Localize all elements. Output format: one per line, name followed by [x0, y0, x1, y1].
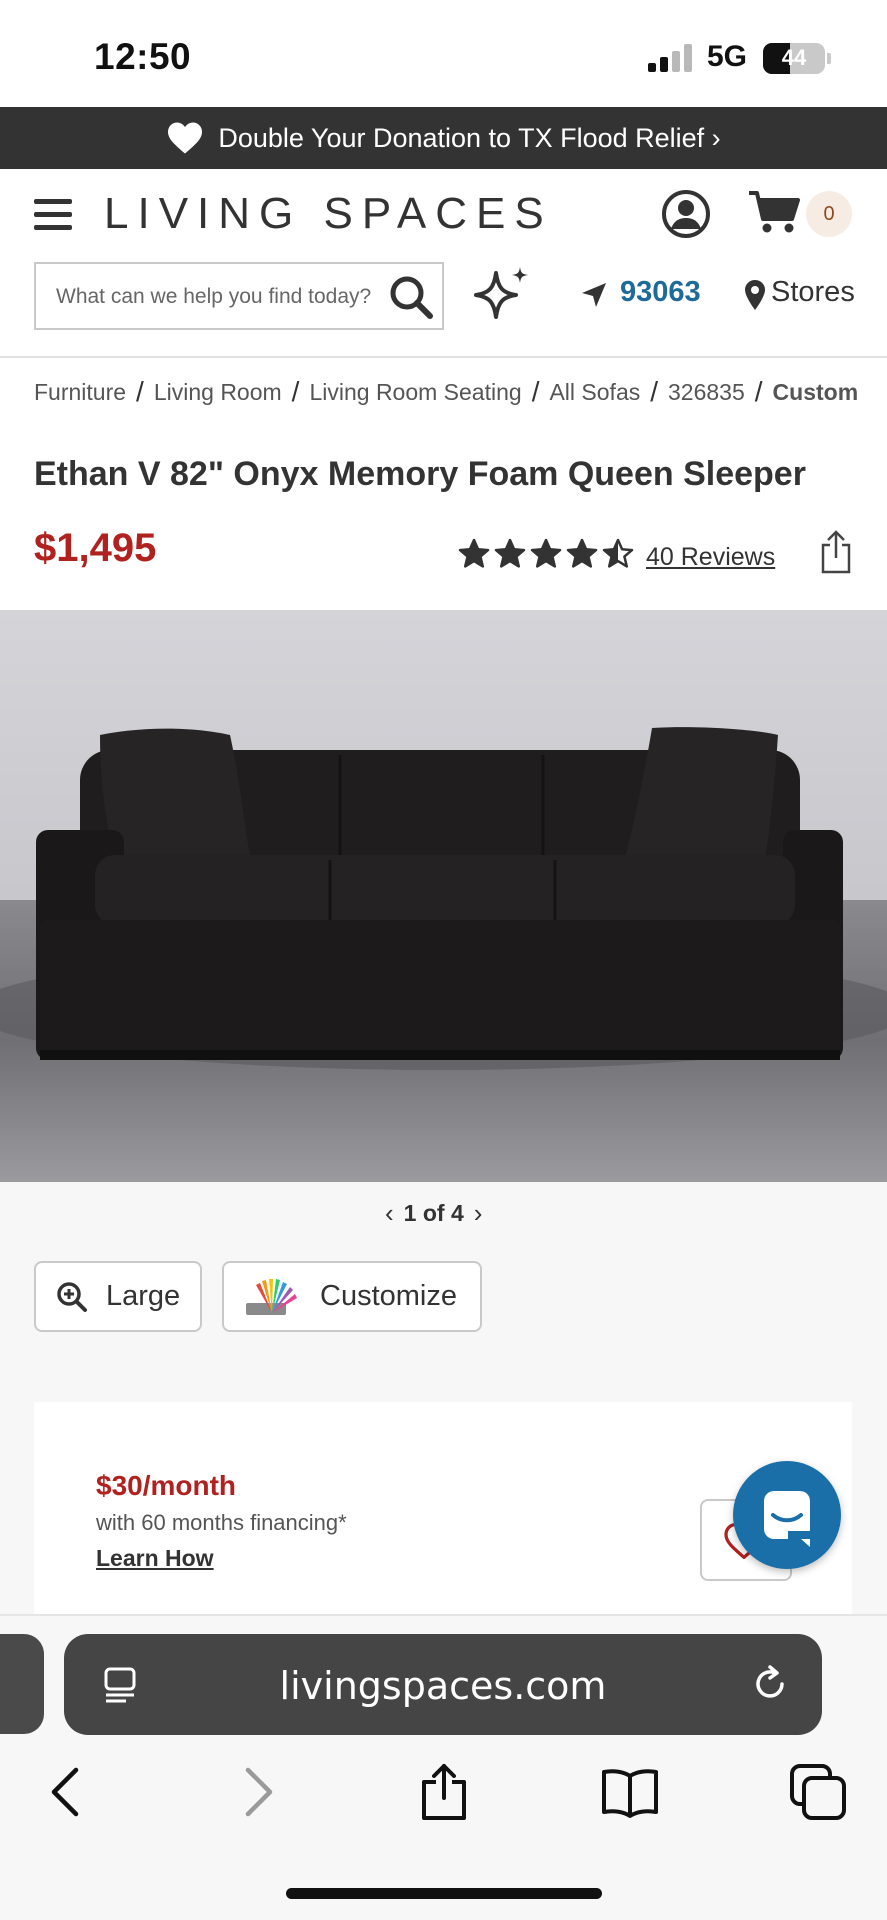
- zoom-in-icon: [57, 1281, 87, 1312]
- site-header: LIVING SPACES 0: [0, 169, 887, 257]
- breadcrumb-separator: /: [136, 376, 144, 407]
- ai-sparkle-icon[interactable]: [472, 263, 534, 325]
- image-pager: ‹ 1 of 4 ›: [385, 1197, 482, 1229]
- breadcrumb-current: Custom: [772, 378, 859, 405]
- url-text: livingspaces.com: [279, 1664, 607, 1708]
- next-image-button[interactable]: ›: [474, 1198, 483, 1229]
- heart-icon: [168, 122, 203, 154]
- cart-count-badge[interactable]: 0: [806, 191, 852, 237]
- star-rating[interactable]: [458, 538, 634, 574]
- tabs-icon[interactable]: [788, 1762, 848, 1822]
- search-box: [34, 262, 444, 330]
- reload-icon[interactable]: [750, 1664, 790, 1704]
- star-full-icon: [458, 538, 490, 568]
- home-indicator: [286, 1888, 602, 1899]
- promo-text: Double Your Donation to TX Flood Relief …: [218, 122, 721, 153]
- breadcrumb-separator: /: [531, 376, 540, 407]
- share-icon[interactable]: [818, 529, 854, 575]
- breadcrumb-item[interactable]: Living Room: [154, 379, 282, 406]
- product-title: Ethan V 82" Onyx Memory Foam Queen Sleep…: [34, 455, 806, 493]
- promo-banner[interactable]: Double Your Donation to TX Flood Relief …: [0, 107, 887, 169]
- breadcrumb-separator: /: [291, 376, 300, 407]
- battery-icon: 44: [763, 43, 825, 74]
- battery-nub: [827, 53, 831, 64]
- breadcrumb-separator: /: [650, 376, 659, 407]
- previous-tab-peek[interactable]: [0, 1634, 44, 1734]
- breadcrumb-separator: /: [754, 376, 763, 407]
- star-full-icon: [530, 538, 562, 568]
- account-icon[interactable]: [661, 189, 711, 239]
- reviews-link[interactable]: 40 Reviews: [646, 543, 775, 572]
- monthly-price: $30/month: [96, 1470, 237, 1501]
- forward-arrow-icon[interactable]: [228, 1762, 288, 1822]
- address-bar[interactable]: livingspaces.com: [64, 1634, 822, 1735]
- zip-code-link[interactable]: 93063: [620, 276, 701, 309]
- signal-icon: [648, 44, 694, 72]
- map-pin-icon[interactable]: [744, 279, 766, 311]
- bookmarks-icon[interactable]: [600, 1762, 660, 1822]
- learn-how-link[interactable]: Learn How: [96, 1545, 214, 1572]
- site-logo[interactable]: LIVING SPACES: [104, 189, 553, 239]
- customize-button[interactable]: Customize: [222, 1261, 482, 1332]
- breadcrumb-item[interactable]: All Sofas: [549, 379, 640, 406]
- large-button-label: Large: [106, 1280, 181, 1312]
- breadcrumb-item[interactable]: Living Room Seating: [309, 379, 521, 406]
- header-divider: [0, 356, 887, 358]
- status-bar: 12:50 5G 44: [0, 0, 887, 107]
- stores-link[interactable]: Stores: [771, 276, 855, 309]
- large-view-button[interactable]: Large: [34, 1261, 202, 1332]
- financing-card: $30/month with 60 months financing* Lear…: [34, 1402, 852, 1622]
- prev-image-button[interactable]: ‹: [385, 1198, 394, 1229]
- cart-icon[interactable]: [748, 189, 800, 235]
- pager-label: 1 of 4: [403, 1199, 464, 1226]
- search-input[interactable]: [56, 278, 386, 316]
- chat-button[interactable]: [733, 1461, 841, 1569]
- sofa-photo: [0, 610, 887, 1182]
- fabric-swatch-icon: [246, 1278, 297, 1315]
- battery-level: 44: [781, 45, 807, 70]
- financing-terms: with 60 months financing*: [96, 1510, 347, 1535]
- search-row: 93063 Stores: [0, 257, 887, 357]
- star-full-icon: [566, 538, 598, 568]
- chat-icon: [764, 1491, 810, 1547]
- customize-button-label: Customize: [320, 1280, 457, 1312]
- star-half-icon: [602, 538, 634, 568]
- network-label: 5G: [707, 40, 748, 73]
- share-sheet-icon[interactable]: [414, 1762, 474, 1822]
- breadcrumb-item[interactable]: 326835: [668, 379, 745, 406]
- product-price: $1,495: [34, 526, 157, 570]
- location-arrow-icon[interactable]: [580, 281, 608, 309]
- star-full-icon: [494, 538, 526, 568]
- back-arrow-icon[interactable]: [36, 1762, 96, 1822]
- product-image[interactable]: [0, 610, 887, 1182]
- breadcrumb-item[interactable]: Furniture: [34, 379, 126, 406]
- clock: 12:50: [94, 36, 192, 77]
- menu-icon[interactable]: [34, 199, 72, 231]
- search-icon[interactable]: [388, 274, 434, 320]
- breadcrumb: Furniture / Living Room / Living Room Se…: [34, 376, 858, 408]
